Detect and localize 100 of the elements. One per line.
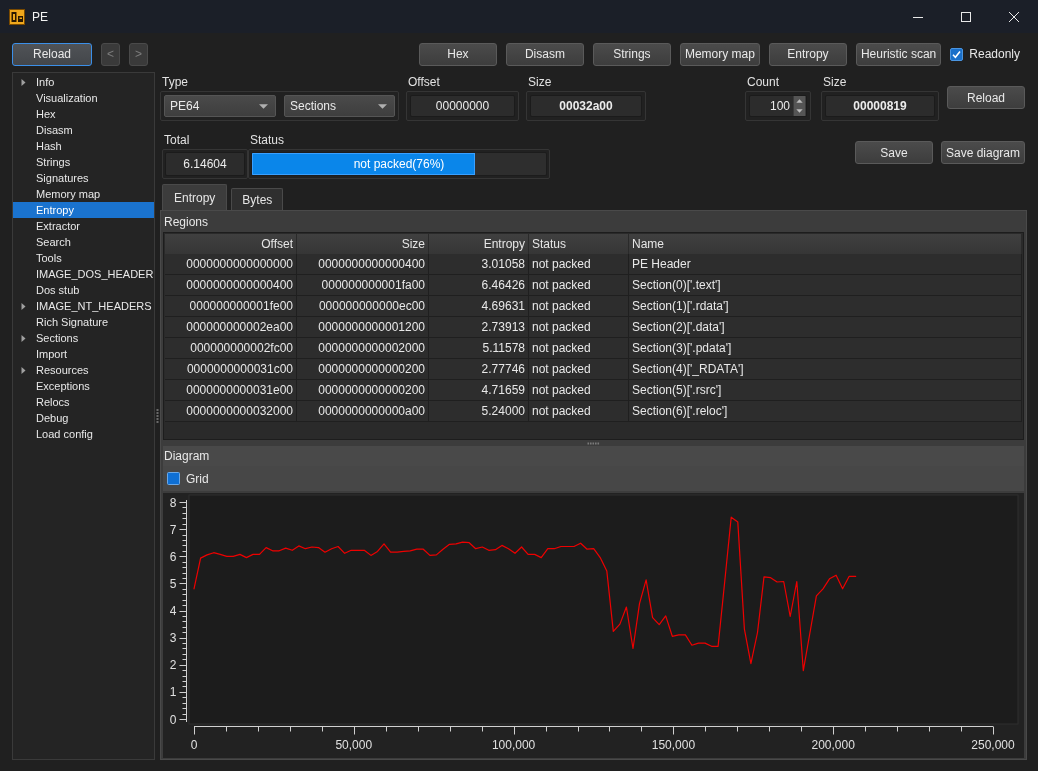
maximize-icon[interactable] (961, 11, 971, 22)
tree-item[interactable]: Info (13, 74, 154, 90)
y-axis-label: 6 (169, 549, 177, 564)
tree-item[interactable]: Load config (13, 426, 154, 442)
tree-item[interactable]: Disasm (13, 122, 154, 138)
tree-item[interactable]: Visualization (13, 90, 154, 106)
tree-item[interactable]: Dos stub (13, 282, 154, 298)
readonly-checkbox[interactable]: Readonly (950, 47, 1020, 61)
table-cell: 0000000000000200 (297, 380, 429, 401)
tree-item[interactable]: Relocs (13, 394, 154, 410)
caret-right-icon[interactable] (20, 78, 27, 86)
count-spinbox[interactable]: 100 (749, 95, 807, 117)
toolbar-button[interactable]: Disasm (505, 42, 584, 66)
tab[interactable]: Bytes (231, 188, 284, 210)
tree-item[interactable]: Import (13, 346, 154, 362)
caret-right-icon[interactable] (20, 302, 27, 310)
column-header[interactable]: Offset (165, 234, 297, 254)
y-axis-label: 1 (169, 685, 177, 700)
table-cell: Section(6)['.reloc'] (629, 401, 1022, 422)
tree-item[interactable]: Search (13, 234, 154, 250)
table-cell: Section(2)['.data'] (629, 317, 1022, 338)
table-cell: 4.69631 (429, 296, 529, 317)
table-cell: not packed (529, 296, 629, 317)
table-cell: 000000000000ec00 (297, 296, 429, 317)
field-label: Type (161, 74, 188, 91)
table-cell: 0000000000001200 (297, 317, 429, 338)
column-header[interactable]: Size (297, 234, 429, 254)
toolbar-button[interactable]: Memory map (679, 42, 760, 66)
table-cell: 0000000000031e00 (165, 380, 297, 401)
tree-item[interactable]: Sections (13, 330, 154, 346)
y-axis-label: 0 (169, 712, 177, 727)
reload-button[interactable]: Reload (12, 42, 92, 66)
type-combobox[interactable]: PE64 (164, 95, 276, 117)
toolbar-button[interactable]: Strings (592, 42, 671, 66)
x-axis-label: 50,000 (335, 738, 373, 752)
tree-item[interactable]: IMAGE_NT_HEADERS (13, 298, 154, 314)
offset-field[interactable]: 00000000 (410, 95, 515, 117)
caret-right-icon[interactable] (20, 366, 27, 374)
tree-item[interactable]: IMAGE_DOS_HEADER (13, 266, 154, 282)
tree-item[interactable]: Tools (13, 250, 154, 266)
table-cell: Section(3)['.pdata'] (629, 338, 1022, 359)
toolbar-button[interactable]: Entropy (768, 42, 847, 66)
section-header: Diagram (163, 446, 1024, 466)
tree-item[interactable]: Resources (13, 362, 154, 378)
table-cell: 000000000002ea00 (165, 317, 297, 338)
y-axis-label: 3 (169, 631, 177, 646)
tree-item[interactable]: Signatures (13, 170, 154, 186)
field-label: Size (822, 74, 847, 91)
table-cell: 000000000001fa00 (297, 275, 429, 296)
x-axis-label: 250,000 (971, 738, 1015, 752)
tree-item[interactable]: Debug (13, 410, 154, 426)
tree-item[interactable]: Exceptions (13, 378, 154, 394)
toolbar-button[interactable]: Hex (418, 42, 497, 66)
block-size-field[interactable]: 00000819 (825, 95, 935, 117)
y-axis-label: 4 (169, 604, 177, 618)
window-title: PE (32, 9, 48, 24)
x-axis-label: 150,000 (651, 738, 696, 752)
tree-item[interactable]: Hash (13, 138, 154, 154)
reload-button[interactable]: Reload (947, 86, 1025, 109)
table-cell: not packed (529, 359, 629, 380)
splitter-grip-icon[interactable] (156, 408, 159, 424)
tree-item[interactable]: Entropy (13, 202, 154, 218)
table-cell: 0000000000000000 (165, 254, 297, 275)
table-cell: 5.11578 (429, 338, 529, 359)
tree-item[interactable]: Memory map (13, 186, 154, 202)
save-button[interactable]: Save (854, 141, 933, 164)
caret-down-icon (259, 103, 268, 109)
column-header[interactable]: Status (529, 234, 629, 254)
field-label: Status (249, 132, 285, 149)
mode-combobox[interactable]: Sections (284, 95, 395, 117)
tree-item[interactable]: Hex (13, 106, 154, 122)
tree-item[interactable]: Rich Signature (13, 314, 154, 330)
arrow-down-icon[interactable] (793, 106, 806, 116)
close-icon[interactable] (1009, 11, 1019, 22)
arrow-up-icon[interactable] (793, 96, 806, 106)
table-cell: Section(1)['.rdata'] (629, 296, 1022, 317)
grid-checkbox[interactable]: Grid (167, 471, 209, 486)
column-header[interactable]: Name (629, 234, 1022, 254)
table-cell: 2.77746 (429, 359, 529, 380)
tab[interactable]: Entropy (162, 184, 228, 210)
total-field[interactable]: 6.14604 (165, 152, 245, 176)
save-diagram-button[interactable]: Save diagram (940, 141, 1025, 164)
checkbox-icon[interactable] (950, 47, 964, 61)
table-cell: PE Header (629, 254, 1022, 275)
table-cell: 0000000000000200 (297, 359, 429, 380)
checkbox-icon[interactable] (167, 472, 180, 485)
tree-item[interactable]: Strings (13, 154, 154, 170)
tree-item[interactable]: Extractor (13, 218, 154, 234)
column-header[interactable]: Entropy (429, 234, 529, 254)
table-cell: not packed (529, 338, 629, 359)
splitter-grip-icon[interactable] (586, 441, 601, 445)
toolbar-button[interactable]: Heuristic scan (855, 42, 942, 66)
y-axis-label: 5 (169, 576, 177, 591)
size-field[interactable]: 00032a00 (530, 95, 642, 117)
table-cell: 0000000000000400 (297, 254, 429, 275)
table-cell: 3.01058 (429, 254, 529, 275)
table-cell: Section(0)['.text'] (629, 275, 1022, 296)
table-cell: not packed (529, 275, 629, 296)
caret-right-icon[interactable] (20, 334, 27, 342)
table-cell: 5.24000 (429, 401, 529, 422)
